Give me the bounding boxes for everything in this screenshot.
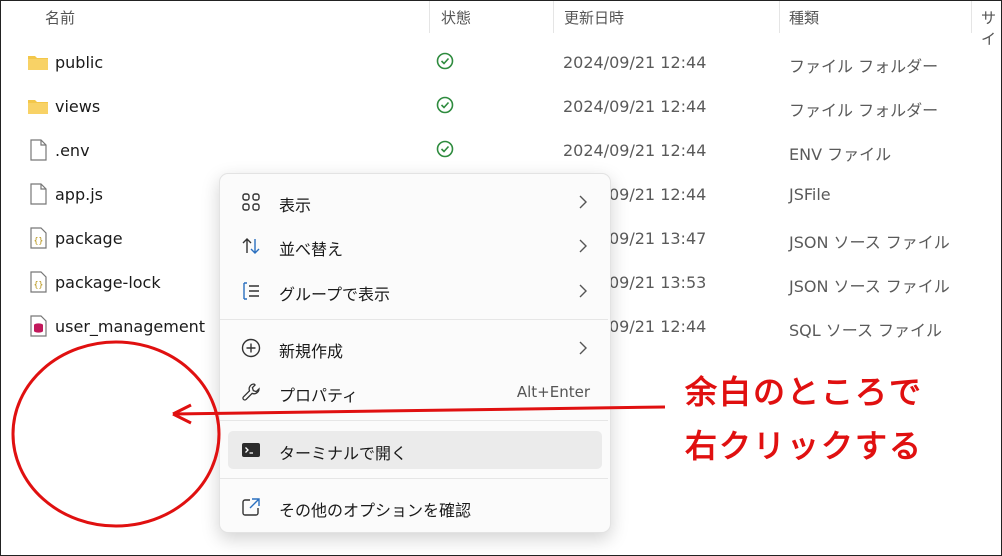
menu-item-sort[interactable]: 並べ替え xyxy=(228,227,602,265)
sql-file-icon xyxy=(30,315,47,337)
menu-item-label: その他のオプションを確認 xyxy=(279,501,472,520)
folder-icon xyxy=(28,100,48,114)
menu-separator xyxy=(220,319,608,320)
annotation-text-line1: 余白のところで xyxy=(685,373,924,411)
column-name[interactable]: 名前 xyxy=(45,7,75,28)
menu-item-label: 並べ替え xyxy=(279,240,344,259)
file-name: views xyxy=(55,97,101,116)
file-date: 2024/09/21 12:44 xyxy=(563,53,707,72)
file-type: ファイル フォルダー xyxy=(789,101,939,120)
chevron-right-icon xyxy=(579,195,587,209)
menu-item-label: グループで表示 xyxy=(279,285,391,304)
file-type: JSON ソース ファイル xyxy=(789,233,950,252)
file-explorer-window: 名前 状態 更新日時 種類 サイ public 2024/09/21 12:44… xyxy=(0,0,1002,556)
chevron-right-icon xyxy=(579,284,587,298)
json-file-icon: {} xyxy=(30,227,47,249)
column-divider[interactable] xyxy=(429,1,430,33)
column-type[interactable]: 種類 xyxy=(789,7,819,28)
file-row-env[interactable]: .env 2024/09/21 12:44 ENV ファイル xyxy=(1,129,1001,173)
folder-icon xyxy=(28,56,48,70)
file-type: SQL ソース ファイル xyxy=(789,321,943,340)
file-date: 2024/09/21 12:44 xyxy=(563,141,707,160)
context-menu: 表示 並べ替え グループで表示 新規作成 プロパティ Alt+Enter ターミ… xyxy=(219,173,611,533)
svg-text:{}: {} xyxy=(34,236,44,245)
menu-item-label: ターミナルで開く xyxy=(279,444,408,463)
synced-check-icon xyxy=(436,96,454,114)
annotation-text-line2: 右クリックする xyxy=(685,427,924,465)
file-date: 09/21 12:44 xyxy=(609,317,707,336)
shortcut-label: Alt+Enter xyxy=(516,383,590,401)
view-grid-icon xyxy=(242,193,260,211)
menu-item-more-options[interactable]: その他のオプションを確認 xyxy=(228,488,602,526)
file-row-public[interactable]: public 2024/09/21 12:44 ファイル フォルダー xyxy=(1,41,1001,85)
column-header: 名前 状態 更新日時 種類 サイ xyxy=(1,1,1001,48)
sort-arrows-icon xyxy=(242,238,260,254)
share-external-icon xyxy=(242,498,260,516)
file-type: ファイル フォルダー xyxy=(789,57,939,76)
plus-circle-icon xyxy=(241,338,261,358)
menu-item-group-by[interactable]: グループで表示 xyxy=(228,272,602,310)
column-modified[interactable]: 更新日時 xyxy=(564,7,624,28)
file-date: 2024/09/21 12:44 xyxy=(563,97,707,116)
file-date: 09/21 12:44 xyxy=(609,185,707,204)
column-status[interactable]: 状態 xyxy=(441,7,471,28)
file-name: user_management xyxy=(55,317,206,336)
file-icon xyxy=(30,183,47,205)
synced-check-icon xyxy=(436,52,454,70)
synced-check-icon xyxy=(436,140,454,158)
terminal-icon xyxy=(242,443,260,457)
file-name: package-lock xyxy=(55,273,161,292)
menu-item-label: 新規作成 xyxy=(279,342,344,361)
menu-separator xyxy=(220,478,608,479)
file-icon xyxy=(30,139,47,161)
file-date: 09/21 13:53 xyxy=(609,273,707,292)
menu-item-open-terminal[interactable]: ターミナルで開く xyxy=(228,431,602,469)
file-name: .env xyxy=(55,141,90,160)
column-divider[interactable] xyxy=(779,1,780,33)
menu-item-label: プロパティ xyxy=(279,386,359,405)
menu-item-properties[interactable]: プロパティ Alt+Enter xyxy=(228,373,602,411)
menu-item-view[interactable]: 表示 xyxy=(228,183,602,221)
column-divider[interactable] xyxy=(971,1,972,33)
chevron-right-icon xyxy=(579,341,587,355)
file-name: public xyxy=(55,53,104,72)
wrench-icon xyxy=(242,383,260,401)
annotation-circle xyxy=(11,340,221,528)
chevron-right-icon xyxy=(579,239,587,253)
file-type: ENV ファイル xyxy=(789,145,892,164)
file-name: app.js xyxy=(55,185,103,204)
file-type: JSFile xyxy=(789,185,831,204)
annotation-arrow-head xyxy=(172,403,192,425)
file-date: 09/21 13:47 xyxy=(609,229,707,248)
svg-text:{}: {} xyxy=(34,280,44,289)
file-name: package xyxy=(55,229,123,248)
group-list-icon xyxy=(243,282,259,300)
menu-separator xyxy=(220,420,608,421)
json-file-icon: {} xyxy=(30,271,47,293)
file-type: JSON ソース ファイル xyxy=(789,277,950,296)
column-divider[interactable] xyxy=(553,1,554,33)
file-row-views[interactable]: views 2024/09/21 12:44 ファイル フォルダー xyxy=(1,85,1001,129)
menu-item-label: 表示 xyxy=(279,196,312,215)
menu-item-new[interactable]: 新規作成 xyxy=(228,329,602,367)
